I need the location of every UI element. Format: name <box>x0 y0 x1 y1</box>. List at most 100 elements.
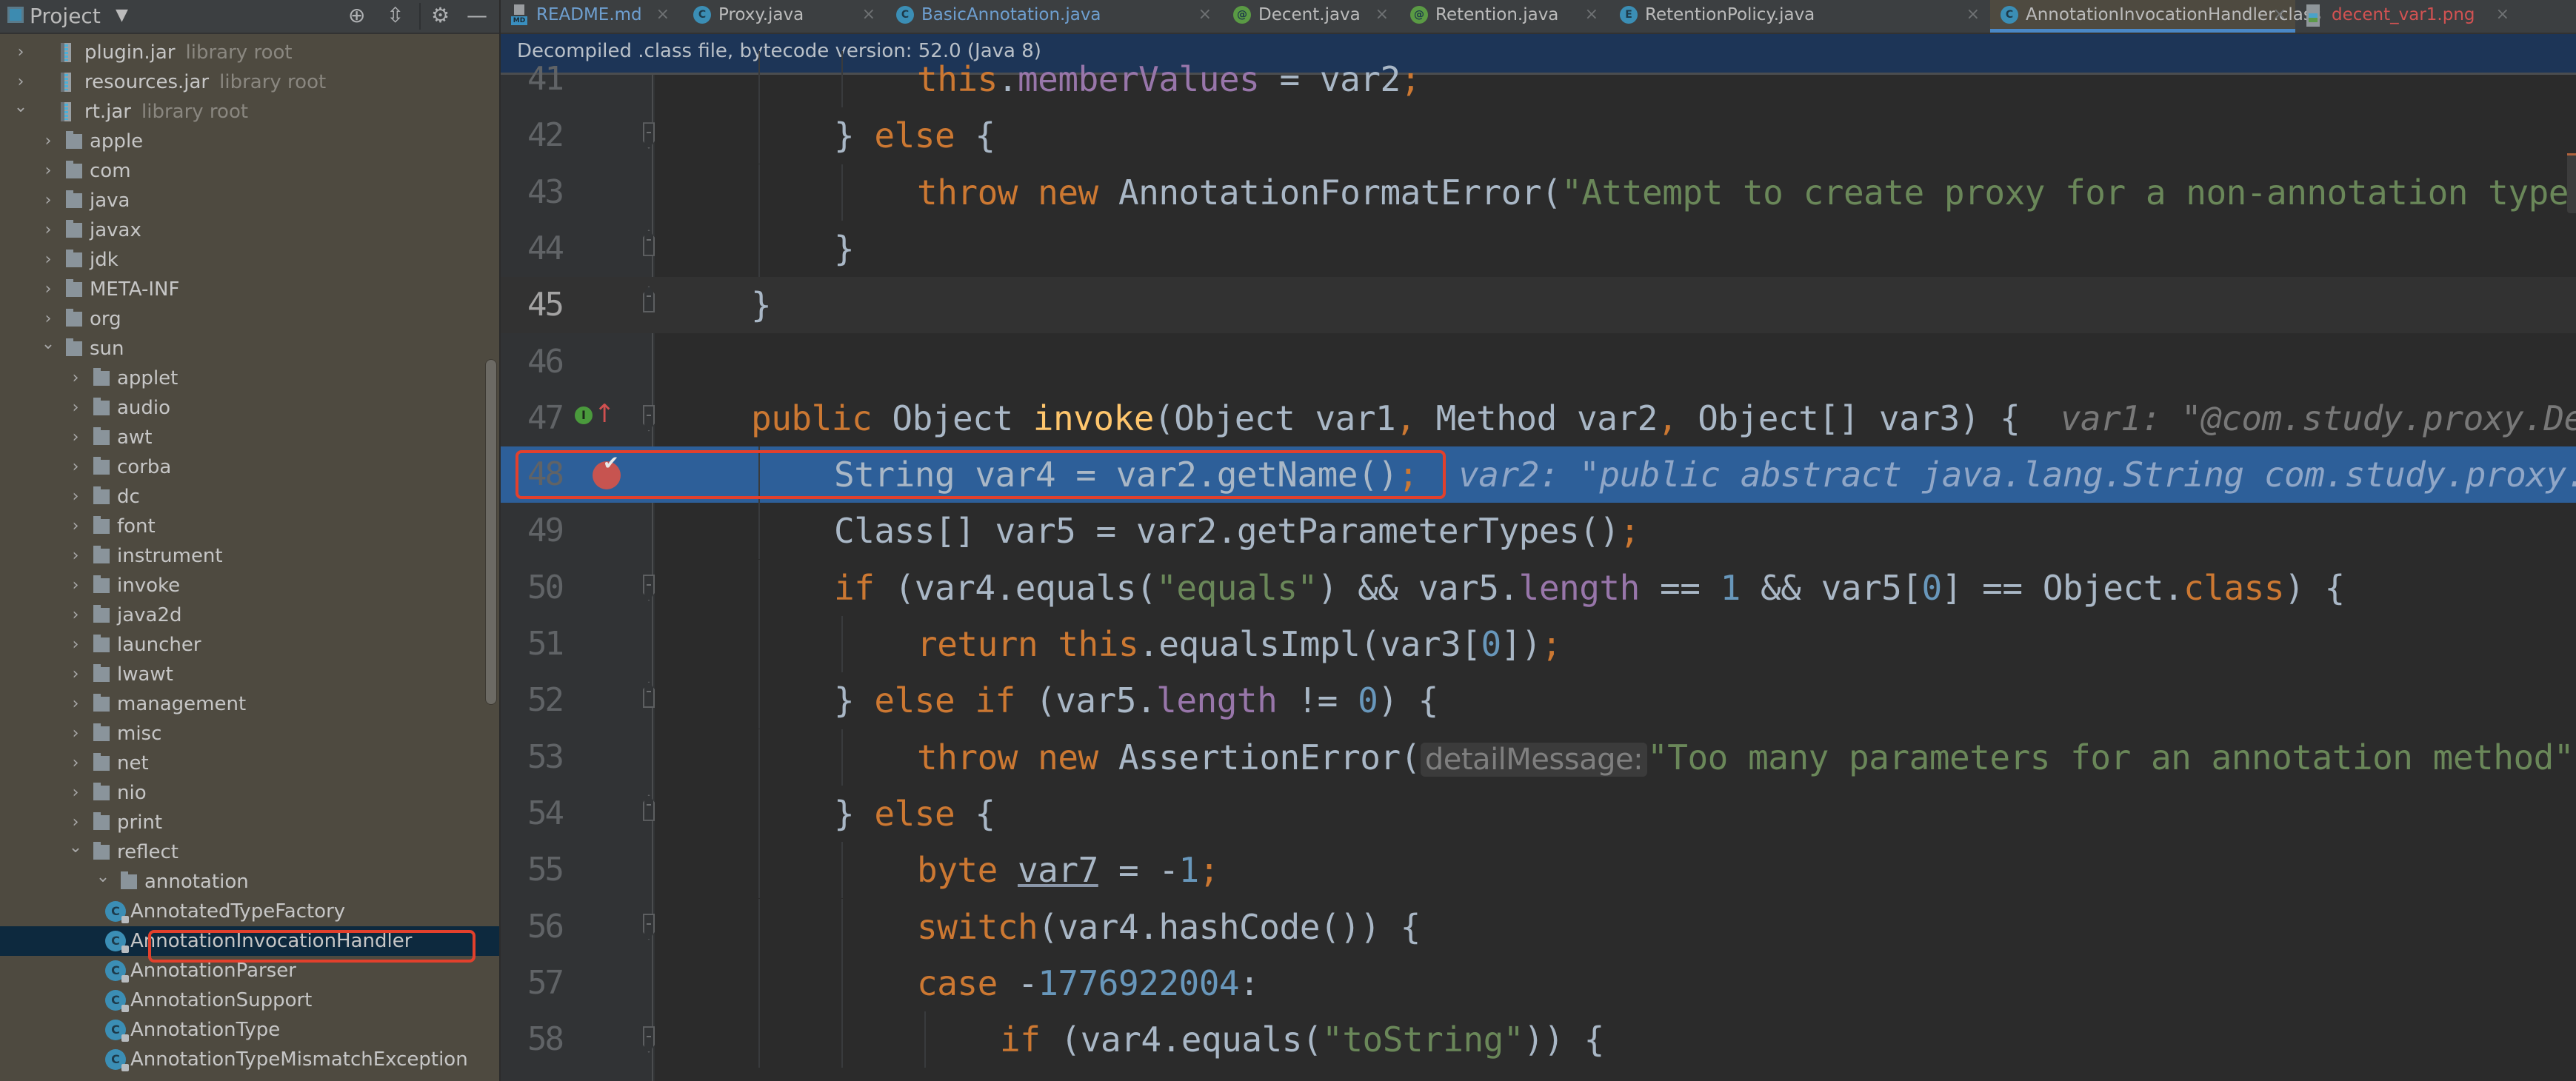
chevron-right-icon[interactable]: › <box>68 600 83 630</box>
line-number[interactable]: 42 <box>527 107 587 164</box>
code-line-54[interactable]: 54} else { <box>501 785 2576 842</box>
tree-item-applet[interactable]: › applet <box>0 364 499 393</box>
line-number[interactable]: 57 <box>527 955 587 1011</box>
chevron-right-icon[interactable]: › <box>41 186 56 215</box>
error-stripe-mark[interactable] <box>2567 153 2576 155</box>
code-line-55[interactable]: 55 byte var7 = -1; <box>501 842 2576 899</box>
minimize-icon[interactable]: — <box>467 3 487 28</box>
arrow-up-icon[interactable]: ↑ <box>594 399 615 429</box>
fold-collapse-icon[interactable] <box>643 574 655 601</box>
chevron-right-icon[interactable]: › <box>41 127 56 156</box>
tree-item-net[interactable]: › net <box>0 749 499 778</box>
tree-item-annotationinvocationhandler[interactable]: C AnnotationInvocationHandler <box>0 926 499 956</box>
line-number[interactable]: 58 <box>527 1011 587 1068</box>
fold-end-icon[interactable] <box>643 794 655 821</box>
tree-item-annotation[interactable]: ⌄ annotation <box>0 867 499 897</box>
chevron-down-icon[interactable]: ⌄ <box>68 833 83 863</box>
close-icon[interactable]: × <box>656 0 670 30</box>
tree-item-rt.jar[interactable]: ⌄ rt.jar library root <box>0 97 499 127</box>
tree-item-javax[interactable]: › javax <box>0 215 499 245</box>
tree-item-misc[interactable]: › misc <box>0 719 499 749</box>
close-icon[interactable]: × <box>1585 0 1598 30</box>
tree-item-jdk[interactable]: › jdk <box>0 245 499 275</box>
code-line-47[interactable]: 47 I ↑ public Object invoke(Object var1, Me… <box>501 390 2576 446</box>
tree-item-annotationparser[interactable]: C AnnotationParser <box>0 956 499 985</box>
chevron-right-icon[interactable]: › <box>68 423 83 452</box>
close-icon[interactable]: × <box>1198 0 1212 30</box>
line-number[interactable]: 41 <box>527 51 587 107</box>
tree-item-awt[interactable]: › awt <box>0 423 499 452</box>
debug-value-hint[interactable]: var1: "@com.study.proxy.Decent()" <box>2061 398 2576 438</box>
code-line-44[interactable]: 44} <box>501 220 2576 277</box>
code-line-48[interactable]: 48 ✔ String var4 = var2.getName(); var2: "… <box>501 446 2576 503</box>
tree-item-meta-inf[interactable]: › META-INF <box>0 275 499 304</box>
code-line-56[interactable]: 56 switch(var4.hashCode()) { <box>501 898 2576 955</box>
tree-item-org[interactable]: › org <box>0 304 499 334</box>
code-line-50[interactable]: 50 if (var4.equals("equals") && var5.leng… <box>501 559 2576 616</box>
chevron-right-icon[interactable]: › <box>41 245 56 275</box>
code-line-52[interactable]: 52} else if (var5.length != 0) { <box>501 672 2576 729</box>
code-line-57[interactable]: 57 case -1776922004: <box>501 954 2576 1011</box>
chevron-right-icon[interactable]: › <box>68 393 83 423</box>
chevron-down-icon[interactable]: ⌄ <box>13 93 28 122</box>
chevron-right-icon[interactable]: › <box>41 275 56 304</box>
tree-item-java2d[interactable]: › java2d <box>0 600 499 630</box>
line-number[interactable]: 50 <box>527 560 587 616</box>
tab-decent-java[interactable]: @ Decent.java × <box>1223 0 1398 33</box>
chevron-right-icon[interactable]: › <box>68 778 83 808</box>
tree-item-sun[interactable]: ⌄ sun <box>0 334 499 364</box>
tree-item-font[interactable]: › font <box>0 512 499 541</box>
code-line-53[interactable]: 53 throw new AssertionError(detailMessage… <box>501 729 2576 786</box>
collapse-all-icon[interactable]: ⇳ <box>387 3 404 28</box>
chevron-right-icon[interactable]: › <box>68 364 83 393</box>
code-line-42[interactable]: 42} else { <box>501 107 2576 164</box>
tab-retentionpolicy-java[interactable]: E RetentionPolicy.java × <box>1609 0 1989 33</box>
code-line-43[interactable]: 43 throw new AnnotationFormatError("Attem… <box>501 164 2576 221</box>
editor-scrollbar[interactable] <box>2567 154 2576 213</box>
fold-collapse-icon[interactable] <box>643 122 655 150</box>
chevron-down-icon[interactable]: ⌄ <box>41 329 56 359</box>
tree-item-nio[interactable]: › nio <box>0 778 499 808</box>
chevron-right-icon[interactable]: › <box>68 482 83 512</box>
tree-item-plugin.jar[interactable]: › plugin.jar library root <box>0 38 499 67</box>
close-icon[interactable]: × <box>862 0 875 30</box>
tree-item-resources.jar[interactable]: › resources.jar library root <box>0 67 499 97</box>
tree-item-com[interactable]: › com <box>0 156 499 186</box>
fold-collapse-icon[interactable] <box>643 1026 655 1054</box>
tree-item-lwawt[interactable]: › lwawt <box>0 660 499 689</box>
tree-item-reflect[interactable]: ⌄ reflect <box>0 837 499 867</box>
fold-end-icon[interactable] <box>643 681 655 709</box>
chevron-down-icon[interactable]: ▼ <box>116 6 128 24</box>
close-icon[interactable]: × <box>2496 0 2509 30</box>
fold-end-icon[interactable] <box>643 229 655 256</box>
line-number[interactable]: 51 <box>527 616 587 672</box>
tab-proxy-java[interactable]: C Proxy.java × <box>683 0 884 33</box>
code-line-45[interactable]: 45} <box>501 277 2576 334</box>
line-number[interactable]: 52 <box>527 672 587 729</box>
debug-value-hint[interactable]: var2: "public abstract java.lang.String … <box>1458 455 2576 495</box>
code-line-49[interactable]: 49 Class[] var5 = var2.getParameterTypes(… <box>501 503 2576 560</box>
line-number[interactable]: 55 <box>527 842 587 898</box>
sidebar-scrollbar[interactable] <box>485 359 497 705</box>
chevron-right-icon[interactable]: › <box>68 541 83 571</box>
code-line-58[interactable]: 58 if (var4.equals("toString")) { <box>501 1011 2576 1068</box>
chevron-right-icon[interactable]: › <box>68 452 83 482</box>
chevron-right-icon[interactable]: › <box>41 215 56 245</box>
line-number[interactable]: 46 <box>527 334 587 390</box>
chevron-right-icon[interactable]: › <box>68 719 83 749</box>
tab-retention-java[interactable]: @ Retention.java × <box>1400 0 1607 33</box>
tree-item-instrument[interactable]: › instrument <box>0 541 499 571</box>
close-icon[interactable]: × <box>1966 0 1980 30</box>
tree-item-corba[interactable]: › corba <box>0 452 499 482</box>
tree-item-apple[interactable]: › apple <box>0 127 499 156</box>
chevron-right-icon[interactable]: › <box>68 571 83 600</box>
fold-collapse-icon[interactable] <box>643 913 655 940</box>
tree-item-java[interactable]: › java <box>0 186 499 215</box>
tree-item-dc[interactable]: › dc <box>0 482 499 512</box>
chevron-down-icon[interactable]: ⌄ <box>96 863 110 892</box>
chevron-right-icon[interactable]: › <box>13 38 28 67</box>
chevron-right-icon[interactable]: › <box>68 630 83 660</box>
implements-icon[interactable]: I <box>575 406 593 424</box>
line-number[interactable]: 54 <box>527 786 587 842</box>
tab-readme-md[interactable]: MD README.md × <box>501 0 678 33</box>
